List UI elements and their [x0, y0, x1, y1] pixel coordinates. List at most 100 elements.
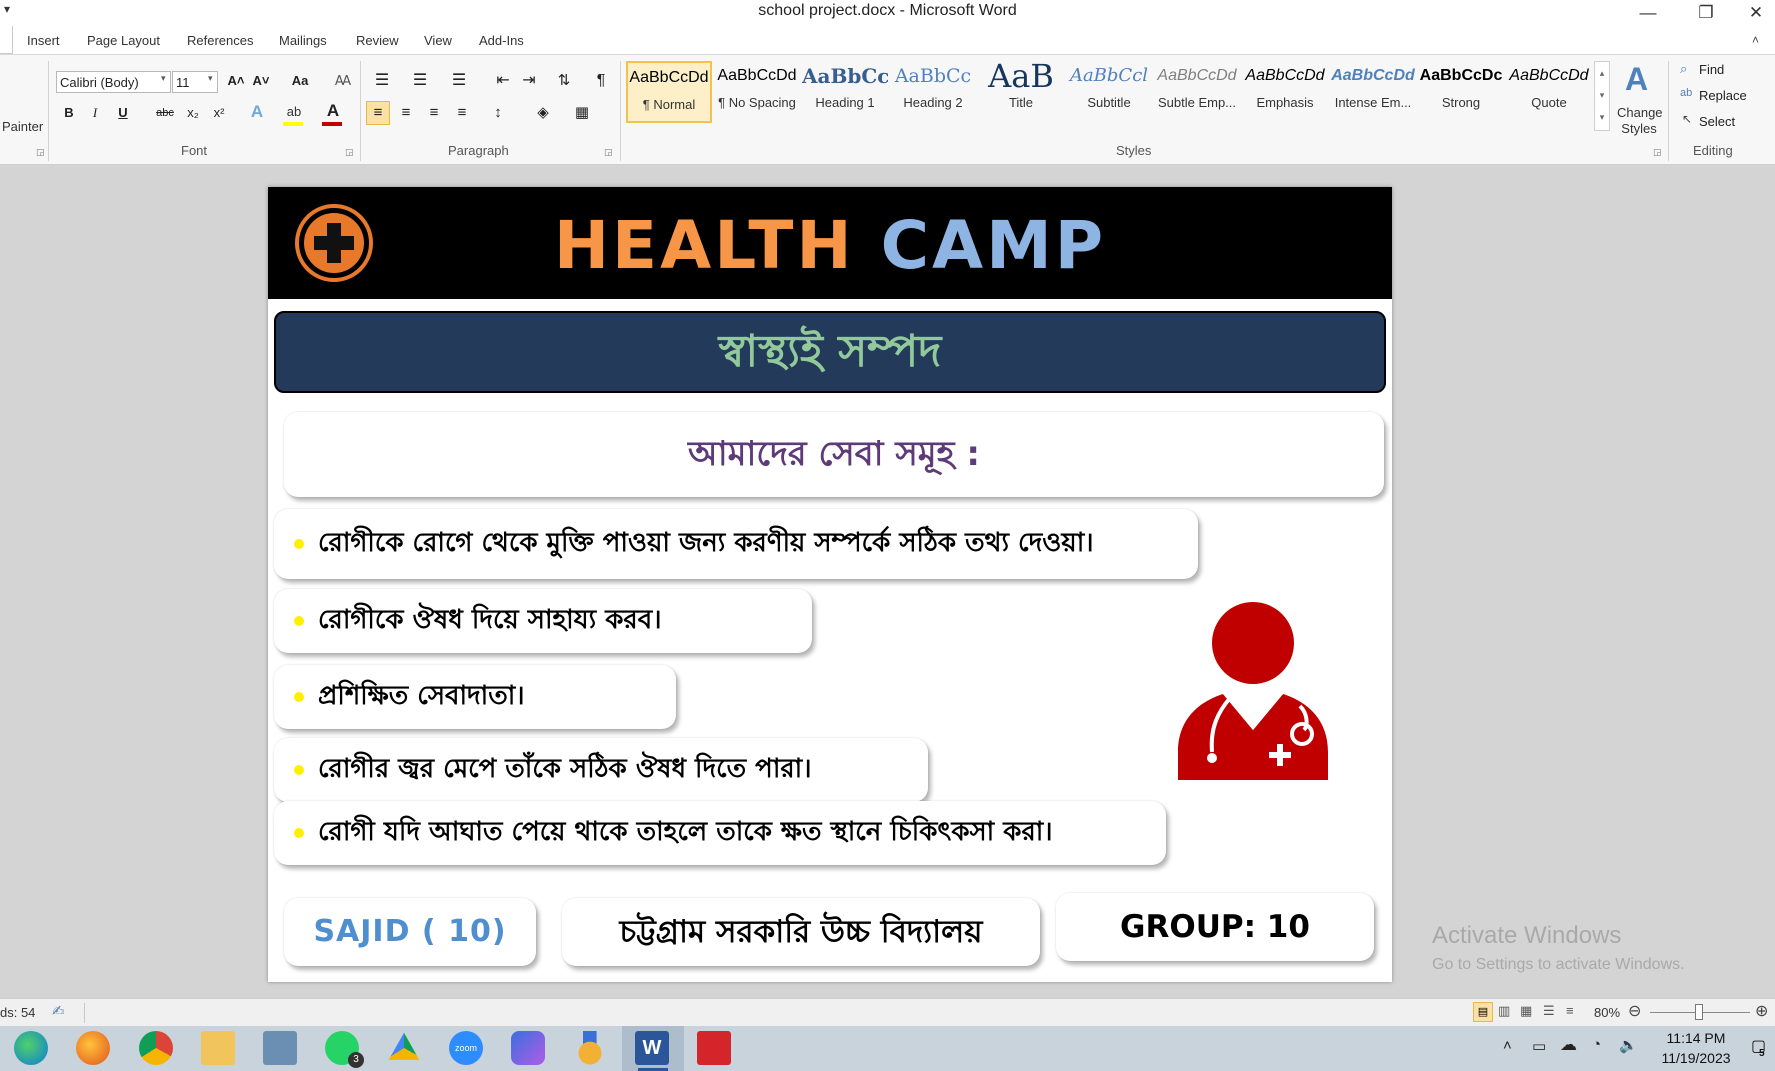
word-count[interactable]: ds: 54 — [0, 1005, 35, 1020]
style-title[interactable]: AaB Title — [978, 61, 1064, 123]
bold-button[interactable]: B — [59, 103, 79, 123]
font-launcher-icon[interactable]: ◲ — [345, 147, 354, 158]
wifi-icon[interactable]: ◔ — [1592, 1036, 1601, 1053]
zoom-out-icon[interactable]: ⊖ — [1628, 1001, 1641, 1021]
paragraph-launcher-icon[interactable]: ◲ — [604, 147, 613, 158]
style-subtle-emphasis[interactable]: AaBbCcDd Subtle Emp... — [1154, 61, 1240, 123]
find-button[interactable]: Find — [1699, 62, 1724, 77]
change-case-button[interactable]: Aa — [286, 71, 314, 91]
font-name-dropdown-icon[interactable]: ▾ — [161, 73, 166, 84]
web-layout-icon[interactable]: ▦ — [1520, 1003, 1532, 1019]
clear-formatting-icon[interactable]: Ꜳ — [332, 71, 354, 91]
tab-insert[interactable]: Insert — [27, 33, 60, 48]
outline-view-icon[interactable]: ☰ — [1543, 1003, 1555, 1019]
styles-launcher-icon[interactable]: ◲ — [1653, 147, 1662, 158]
replace-button[interactable]: Replace — [1699, 88, 1747, 103]
battery-icon[interactable]: ▭ — [1532, 1037, 1546, 1055]
tab-home-edge[interactable] — [0, 26, 13, 54]
style-intense-emphasis[interactable]: AaBbCcDd Intense Em... — [1330, 61, 1416, 123]
justify-icon[interactable]: ≡ — [450, 103, 474, 123]
zoom-in-icon[interactable]: ⊕ — [1755, 1001, 1768, 1021]
computer-icon[interactable] — [263, 1031, 297, 1065]
font-color-icon[interactable]: A — [322, 101, 344, 121]
clock-date[interactable]: 11/19/2023 — [1651, 1050, 1741, 1066]
style-strong[interactable]: AaBbCcDc Strong — [1418, 61, 1504, 123]
change-styles-icon[interactable]: A — [1625, 61, 1648, 98]
file-explorer-icon[interactable] — [201, 1031, 235, 1065]
google-drive-icon[interactable] — [388, 1032, 420, 1060]
style-heading-1[interactable]: AaBbCc Heading 1 — [802, 61, 888, 123]
zoom-icon[interactable]: zoom — [449, 1031, 483, 1065]
decrease-indent-icon[interactable]: ⇤ — [491, 71, 515, 91]
line-spacing-icon[interactable]: ↕ — [486, 103, 510, 123]
style-no-spacing[interactable]: AaBbCcDd ¶ No Spacing — [714, 61, 800, 123]
underline-button[interactable]: U — [113, 103, 133, 123]
align-center-icon[interactable]: ≡ — [394, 103, 418, 123]
minimize-ribbon-icon[interactable]: ˄ — [1752, 33, 1759, 47]
doctor-icon — [1178, 602, 1328, 780]
format-painter-button[interactable]: Painter — [2, 119, 43, 134]
print-layout-view-icon[interactable]: ▤ — [1473, 1002, 1493, 1022]
style-emphasis[interactable]: AaBbCcDd Emphasis — [1242, 61, 1328, 123]
tab-mailings[interactable]: Mailings — [279, 33, 327, 48]
restore-button[interactable]: ❐ — [1683, 0, 1729, 26]
styles-gallery-scroll[interactable]: ▴ ▾ ▾ — [1594, 61, 1610, 131]
clock-time[interactable]: 11:14 PM — [1656, 1030, 1736, 1046]
proofing-icon[interactable]: ✍ — [52, 1002, 65, 1020]
pdf-icon[interactable] — [697, 1031, 731, 1065]
draft-view-icon[interactable]: ≡ — [1566, 1003, 1574, 1018]
tab-page-layout[interactable]: Page Layout — [87, 33, 160, 48]
style-quote[interactable]: AaBbCcDd Quote — [1506, 61, 1592, 123]
minimize-button[interactable]: — — [1625, 0, 1671, 26]
zoom-level[interactable]: 80% — [1594, 1005, 1620, 1020]
zoom-slider-thumb[interactable] — [1695, 1004, 1703, 1020]
text-effects-icon[interactable]: A — [246, 102, 268, 122]
style-normal[interactable]: AaBbCcDd ¶ Normal — [626, 61, 712, 123]
bullets-icon[interactable]: ☰ — [370, 71, 394, 91]
italic-button[interactable]: I — [85, 103, 105, 123]
show-formatting-button[interactable]: ¶ — [590, 71, 612, 91]
tab-review[interactable]: Review — [356, 33, 399, 48]
tab-view[interactable]: View — [424, 33, 452, 48]
divider — [48, 61, 49, 161]
style-heading-2[interactable]: AaBbCc Heading 2 — [890, 61, 976, 123]
change-styles-button[interactable]: Change Styles — [1617, 105, 1663, 137]
status-bar: ds: 54 ✍ ▤ ▥ ▦ ☰ ≡ 80% ⊖ ⊕ — [0, 998, 1775, 1027]
tab-add-ins[interactable]: Add-Ins — [479, 33, 524, 48]
grow-font-button[interactable]: A˄ — [225, 71, 247, 91]
clipboard-launcher-icon[interactable]: ◲ — [36, 147, 45, 158]
font-name-combo[interactable]: Calibri (Body) — [56, 71, 171, 93]
show-hidden-icons-icon[interactable]: ˄ — [1503, 1037, 1512, 1054]
multilevel-list-icon[interactable]: ☰ — [447, 71, 471, 91]
bullet-dot — [294, 765, 304, 775]
strikethrough-button[interactable]: abc — [153, 103, 177, 123]
onedrive-icon[interactable]: ☁ — [1560, 1035, 1577, 1055]
chrome-icon[interactable] — [139, 1031, 173, 1065]
numbering-icon[interactable]: ☰ — [408, 71, 432, 91]
select-button[interactable]: Select — [1699, 114, 1735, 129]
document-page[interactable]: HEALTH CAMP স্বাস্থ্যই সম্পদ আমাদের সেবা… — [268, 187, 1392, 982]
edge-icon[interactable] — [14, 1031, 48, 1065]
align-right-icon[interactable]: ≡ — [422, 103, 446, 123]
style-subtitle[interactable]: AaBbCcl Subtitle — [1066, 61, 1152, 123]
shrink-font-button[interactable]: A˅ — [250, 71, 272, 91]
firefox-icon[interactable] — [76, 1031, 110, 1065]
sort-icon[interactable]: ⇅ — [552, 71, 576, 91]
full-screen-reading-icon[interactable]: ▥ — [1498, 1003, 1510, 1019]
medal-icon[interactable] — [573, 1031, 607, 1065]
copilot-icon[interactable] — [511, 1031, 545, 1065]
tab-references[interactable]: References — [187, 33, 253, 48]
borders-icon[interactable]: ▦ — [570, 103, 594, 123]
shading-icon[interactable]: ◈ — [531, 103, 555, 123]
font-size-dropdown-icon[interactable]: ▾ — [208, 73, 213, 84]
superscript-button[interactable]: x² — [208, 103, 230, 123]
close-button[interactable]: ✕ — [1733, 0, 1775, 26]
increase-indent-icon[interactable]: ⇥ — [517, 71, 541, 91]
service-text: রোগী যদি আঘাত পেয়ে থাকে তাহলে তাকে ক্ষত… — [318, 817, 1053, 847]
volume-icon[interactable]: 🔈 — [1619, 1036, 1638, 1054]
highlight-icon[interactable]: ab — [283, 104, 305, 120]
subscript-button[interactable]: x₂ — [182, 103, 204, 123]
watermark-line1: Activate Windows — [1432, 922, 1622, 949]
editing-group-label: Editing — [1693, 143, 1733, 158]
word-icon[interactable]: W — [635, 1031, 669, 1065]
